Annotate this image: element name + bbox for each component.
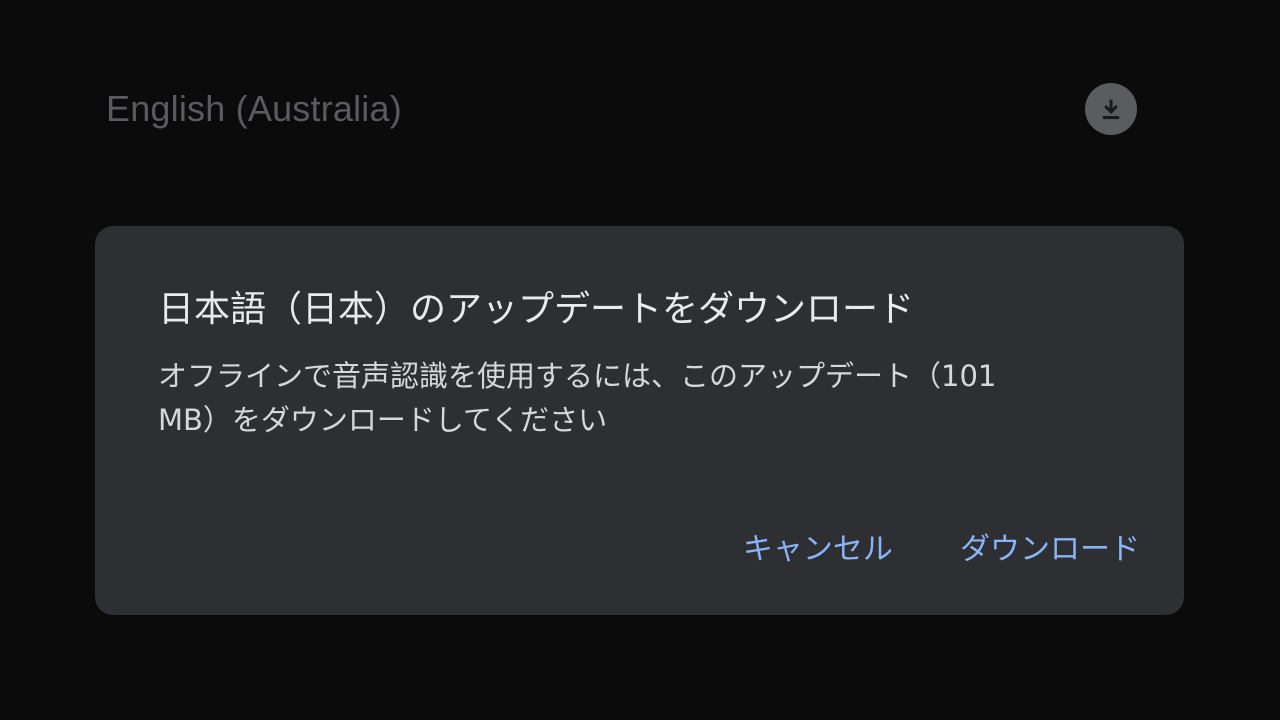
dialog-title: 日本語（日本）のアップデートをダウンロード [158, 289, 915, 330]
download-update-dialog: 日本語（日本）のアップデートをダウンロード オフラインで音声認識を使用するには、… [95, 226, 1184, 615]
language-row-english-australia: English (Australia) [106, 80, 1146, 140]
dialog-message: オフラインで音声認識を使用するには、このアップデート（101 MB）をダウンロー… [158, 354, 1068, 442]
screen: English (Australia) 日本語（日本）のアップデートをダウンロー… [0, 0, 1280, 720]
cancel-button[interactable]: キャンセル [743, 524, 893, 568]
dialog-message-line-2: MB）をダウンロードしてください [158, 403, 608, 437]
language-name: English (Australia) [106, 88, 402, 129]
language-download-button[interactable] [1085, 83, 1137, 135]
dialog-actions: キャンセル ダウンロード [681, 524, 1140, 572]
dialog-message-line-1: オフラインで音声認識を使用するには、このアップデート（101 [158, 359, 997, 393]
download-button[interactable]: ダウンロード [960, 524, 1140, 568]
download-icon [1102, 99, 1120, 120]
